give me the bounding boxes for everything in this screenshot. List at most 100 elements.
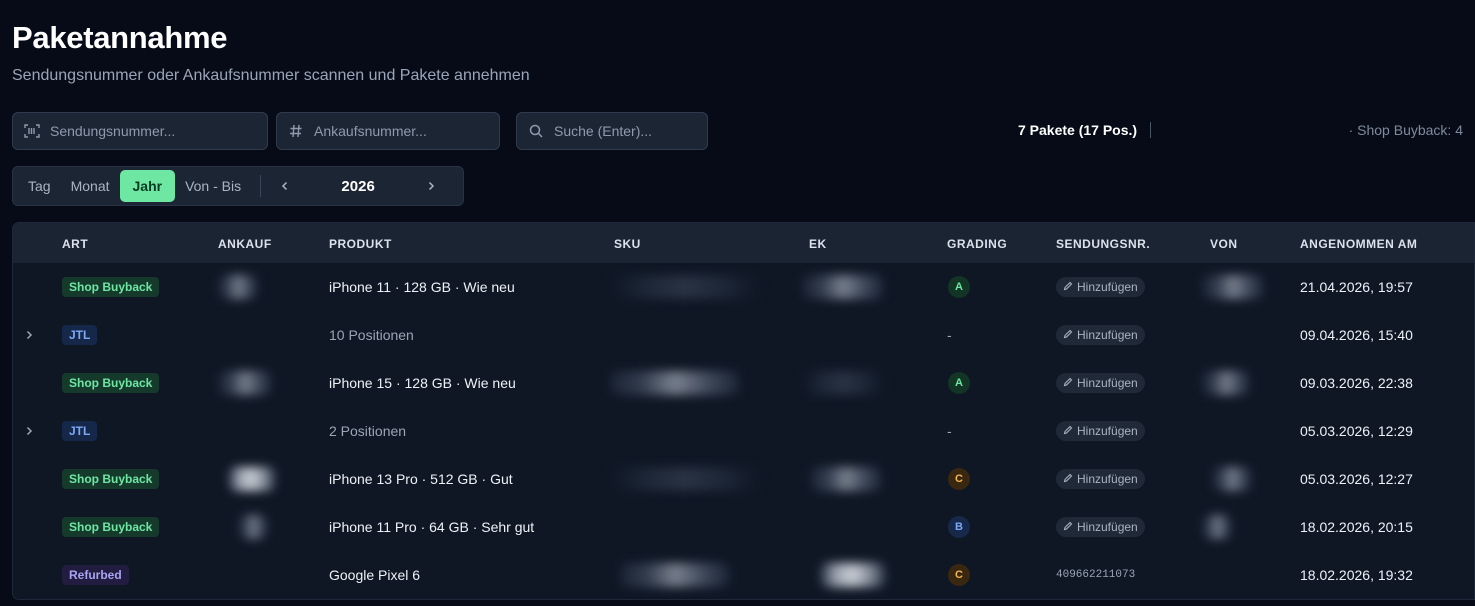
shop-buyback-count: · Shop Buyback: 4 bbox=[1348, 122, 1463, 138]
table-row[interactable]: Shop Buyback iPhone 15 · 128 GB · Wie ne… bbox=[13, 359, 1474, 407]
page: Paketannahme Sendungsnummer oder Ankaufs… bbox=[0, 0, 1475, 606]
add-tracking-label: Hinzufügen bbox=[1077, 328, 1138, 342]
type-badge: Shop Buyback bbox=[62, 469, 160, 489]
period-tab-month[interactable]: Monat bbox=[61, 170, 120, 202]
received-date: 05.03.2026, 12:27 bbox=[1300, 471, 1413, 487]
pencil-icon bbox=[1063, 520, 1073, 534]
received-date: 09.04.2026, 15:40 bbox=[1300, 327, 1413, 343]
hash-icon bbox=[287, 122, 305, 140]
redacted-price bbox=[820, 563, 886, 587]
redacted-sku bbox=[620, 563, 730, 587]
add-tracking-button[interactable]: Hinzufügen bbox=[1056, 517, 1145, 537]
product-name: 10 Positionen bbox=[329, 327, 414, 343]
table-row[interactable]: JTL 2 Positionen - Hinzufügen 05.03.2026… bbox=[13, 407, 1474, 455]
pencil-icon bbox=[1063, 376, 1073, 390]
table-row[interactable]: Shop Buyback iPhone 11 Pro · 64 GB · Seh… bbox=[13, 503, 1474, 551]
type-badge: JTL bbox=[62, 421, 98, 441]
redacted-price bbox=[802, 275, 884, 299]
add-tracking-button[interactable]: Hinzufügen bbox=[1056, 469, 1145, 489]
grade-badge: B bbox=[948, 516, 970, 538]
add-tracking-label: Hinzufügen bbox=[1077, 424, 1138, 438]
column-ek[interactable]: EK bbox=[809, 237, 827, 251]
column-von[interactable]: VON bbox=[1210, 237, 1238, 251]
search-input[interactable] bbox=[554, 123, 707, 139]
received-date: 05.03.2026, 12:29 bbox=[1300, 423, 1413, 439]
redacted-price bbox=[802, 371, 884, 395]
add-tracking-label: Hinzufügen bbox=[1077, 472, 1138, 486]
table-row[interactable]: Shop Buyback iPhone 13 Pro · 512 GB · Gu… bbox=[13, 455, 1474, 503]
product-name: iPhone 15 · 128 GB · Wie neu bbox=[329, 375, 516, 391]
redacted-purchase-number bbox=[228, 467, 276, 491]
product-name: 2 Positionen bbox=[329, 423, 407, 439]
type-badge: Shop Buyback bbox=[62, 517, 160, 537]
received-date: 18.02.2026, 20:15 bbox=[1300, 519, 1413, 535]
page-subtitle: Sendungsnummer oder Ankaufsnummer scanne… bbox=[12, 67, 530, 84]
redacted-sender bbox=[1202, 275, 1264, 299]
type-badge: Refurbed bbox=[62, 565, 129, 585]
shipment-number-field[interactable] bbox=[12, 112, 268, 150]
column-ankauf[interactable]: ANKAUF bbox=[218, 237, 272, 251]
table-header: ART ANKAUF PRODUKT SKU EK GRADING SENDUN… bbox=[13, 223, 1474, 263]
purchase-number-input[interactable] bbox=[314, 123, 499, 139]
pencil-icon bbox=[1063, 424, 1073, 438]
product-name: iPhone 13 Pro · 512 GB · Gut bbox=[329, 471, 513, 487]
received-date: 18.02.2026, 19:32 bbox=[1300, 567, 1413, 583]
type-badge: JTL bbox=[62, 325, 98, 345]
shipment-number-input[interactable] bbox=[50, 123, 267, 139]
period-year: 2026 bbox=[341, 177, 375, 195]
type-badge: Shop Buyback bbox=[62, 277, 160, 297]
package-count: 7 Pakete (17 Pos.) bbox=[1018, 122, 1138, 138]
add-tracking-label: Hinzufügen bbox=[1077, 280, 1138, 294]
redacted-sku bbox=[610, 371, 740, 395]
search-icon bbox=[527, 122, 545, 140]
product-name: iPhone 11 Pro · 64 GB · Sehr gut bbox=[329, 519, 535, 535]
redacted-purchase-number bbox=[218, 371, 272, 395]
table-row[interactable]: Shop Buyback iPhone 11 · 128 GB · Wie ne… bbox=[13, 263, 1474, 311]
column-sendungsnr[interactable]: SENDUNGSNR. bbox=[1056, 237, 1150, 251]
redacted-sender bbox=[1202, 515, 1232, 539]
add-tracking-label: Hinzufügen bbox=[1077, 520, 1138, 534]
chevron-right-icon[interactable] bbox=[24, 407, 34, 455]
grade-badge: C bbox=[948, 564, 970, 586]
packages-table: ART ANKAUF PRODUKT SKU EK GRADING SENDUN… bbox=[12, 222, 1475, 600]
column-art[interactable]: ART bbox=[62, 237, 88, 251]
add-tracking-label: Hinzufügen bbox=[1077, 376, 1138, 390]
purchase-number-field[interactable] bbox=[276, 112, 500, 150]
search-field[interactable] bbox=[516, 112, 708, 150]
received-date: 21.04.2026, 19:57 bbox=[1300, 279, 1413, 295]
tracking-number[interactable]: 409662211073 bbox=[1056, 569, 1135, 581]
type-badge: Shop Buyback bbox=[62, 373, 160, 393]
column-produkt[interactable]: PRODUKT bbox=[329, 237, 392, 251]
redacted-price bbox=[810, 467, 882, 491]
chevron-left-icon[interactable] bbox=[270, 171, 300, 201]
table-row[interactable]: JTL 10 Positionen - Hinzufügen 09.04.202… bbox=[13, 311, 1474, 359]
add-tracking-button[interactable]: Hinzufügen bbox=[1056, 277, 1145, 297]
column-angenommen[interactable]: ANGENOMMEN AM bbox=[1300, 237, 1417, 251]
period-tab-year[interactable]: Jahr bbox=[119, 170, 176, 202]
grade-badge: A bbox=[948, 276, 970, 298]
period-tab-day[interactable]: Tag bbox=[18, 170, 61, 202]
period-selector: Tag Monat Jahr Von - Bis 2026 bbox=[12, 166, 464, 206]
product-name: iPhone 11 · 128 GB · Wie neu bbox=[329, 279, 515, 295]
chevron-right-icon[interactable] bbox=[416, 171, 446, 201]
pencil-icon bbox=[1063, 280, 1073, 294]
grade-badge: C bbox=[948, 468, 970, 490]
chevron-right-icon[interactable] bbox=[24, 311, 34, 359]
pencil-icon bbox=[1063, 328, 1073, 342]
page-title: Paketannahme bbox=[12, 20, 228, 55]
grade-badge: A bbox=[948, 372, 970, 394]
stats-divider bbox=[1150, 122, 1151, 138]
grade-placeholder: - bbox=[947, 327, 952, 343]
received-date: 09.03.2026, 22:38 bbox=[1300, 375, 1413, 391]
redacted-purchase-number bbox=[238, 515, 268, 539]
barcode-scan-icon bbox=[23, 122, 41, 140]
period-tab-range[interactable]: Von - Bis bbox=[175, 170, 251, 202]
table-row[interactable]: Refurbed Google Pixel 6 C 409662211073 1… bbox=[13, 551, 1474, 599]
column-sku[interactable]: SKU bbox=[614, 237, 641, 251]
add-tracking-button[interactable]: Hinzufügen bbox=[1056, 373, 1145, 393]
redacted-sender bbox=[1212, 467, 1252, 491]
add-tracking-button[interactable]: Hinzufügen bbox=[1056, 325, 1145, 345]
add-tracking-button[interactable]: Hinzufügen bbox=[1056, 421, 1145, 441]
column-grading[interactable]: GRADING bbox=[947, 237, 1007, 251]
redacted-sku bbox=[610, 467, 760, 491]
